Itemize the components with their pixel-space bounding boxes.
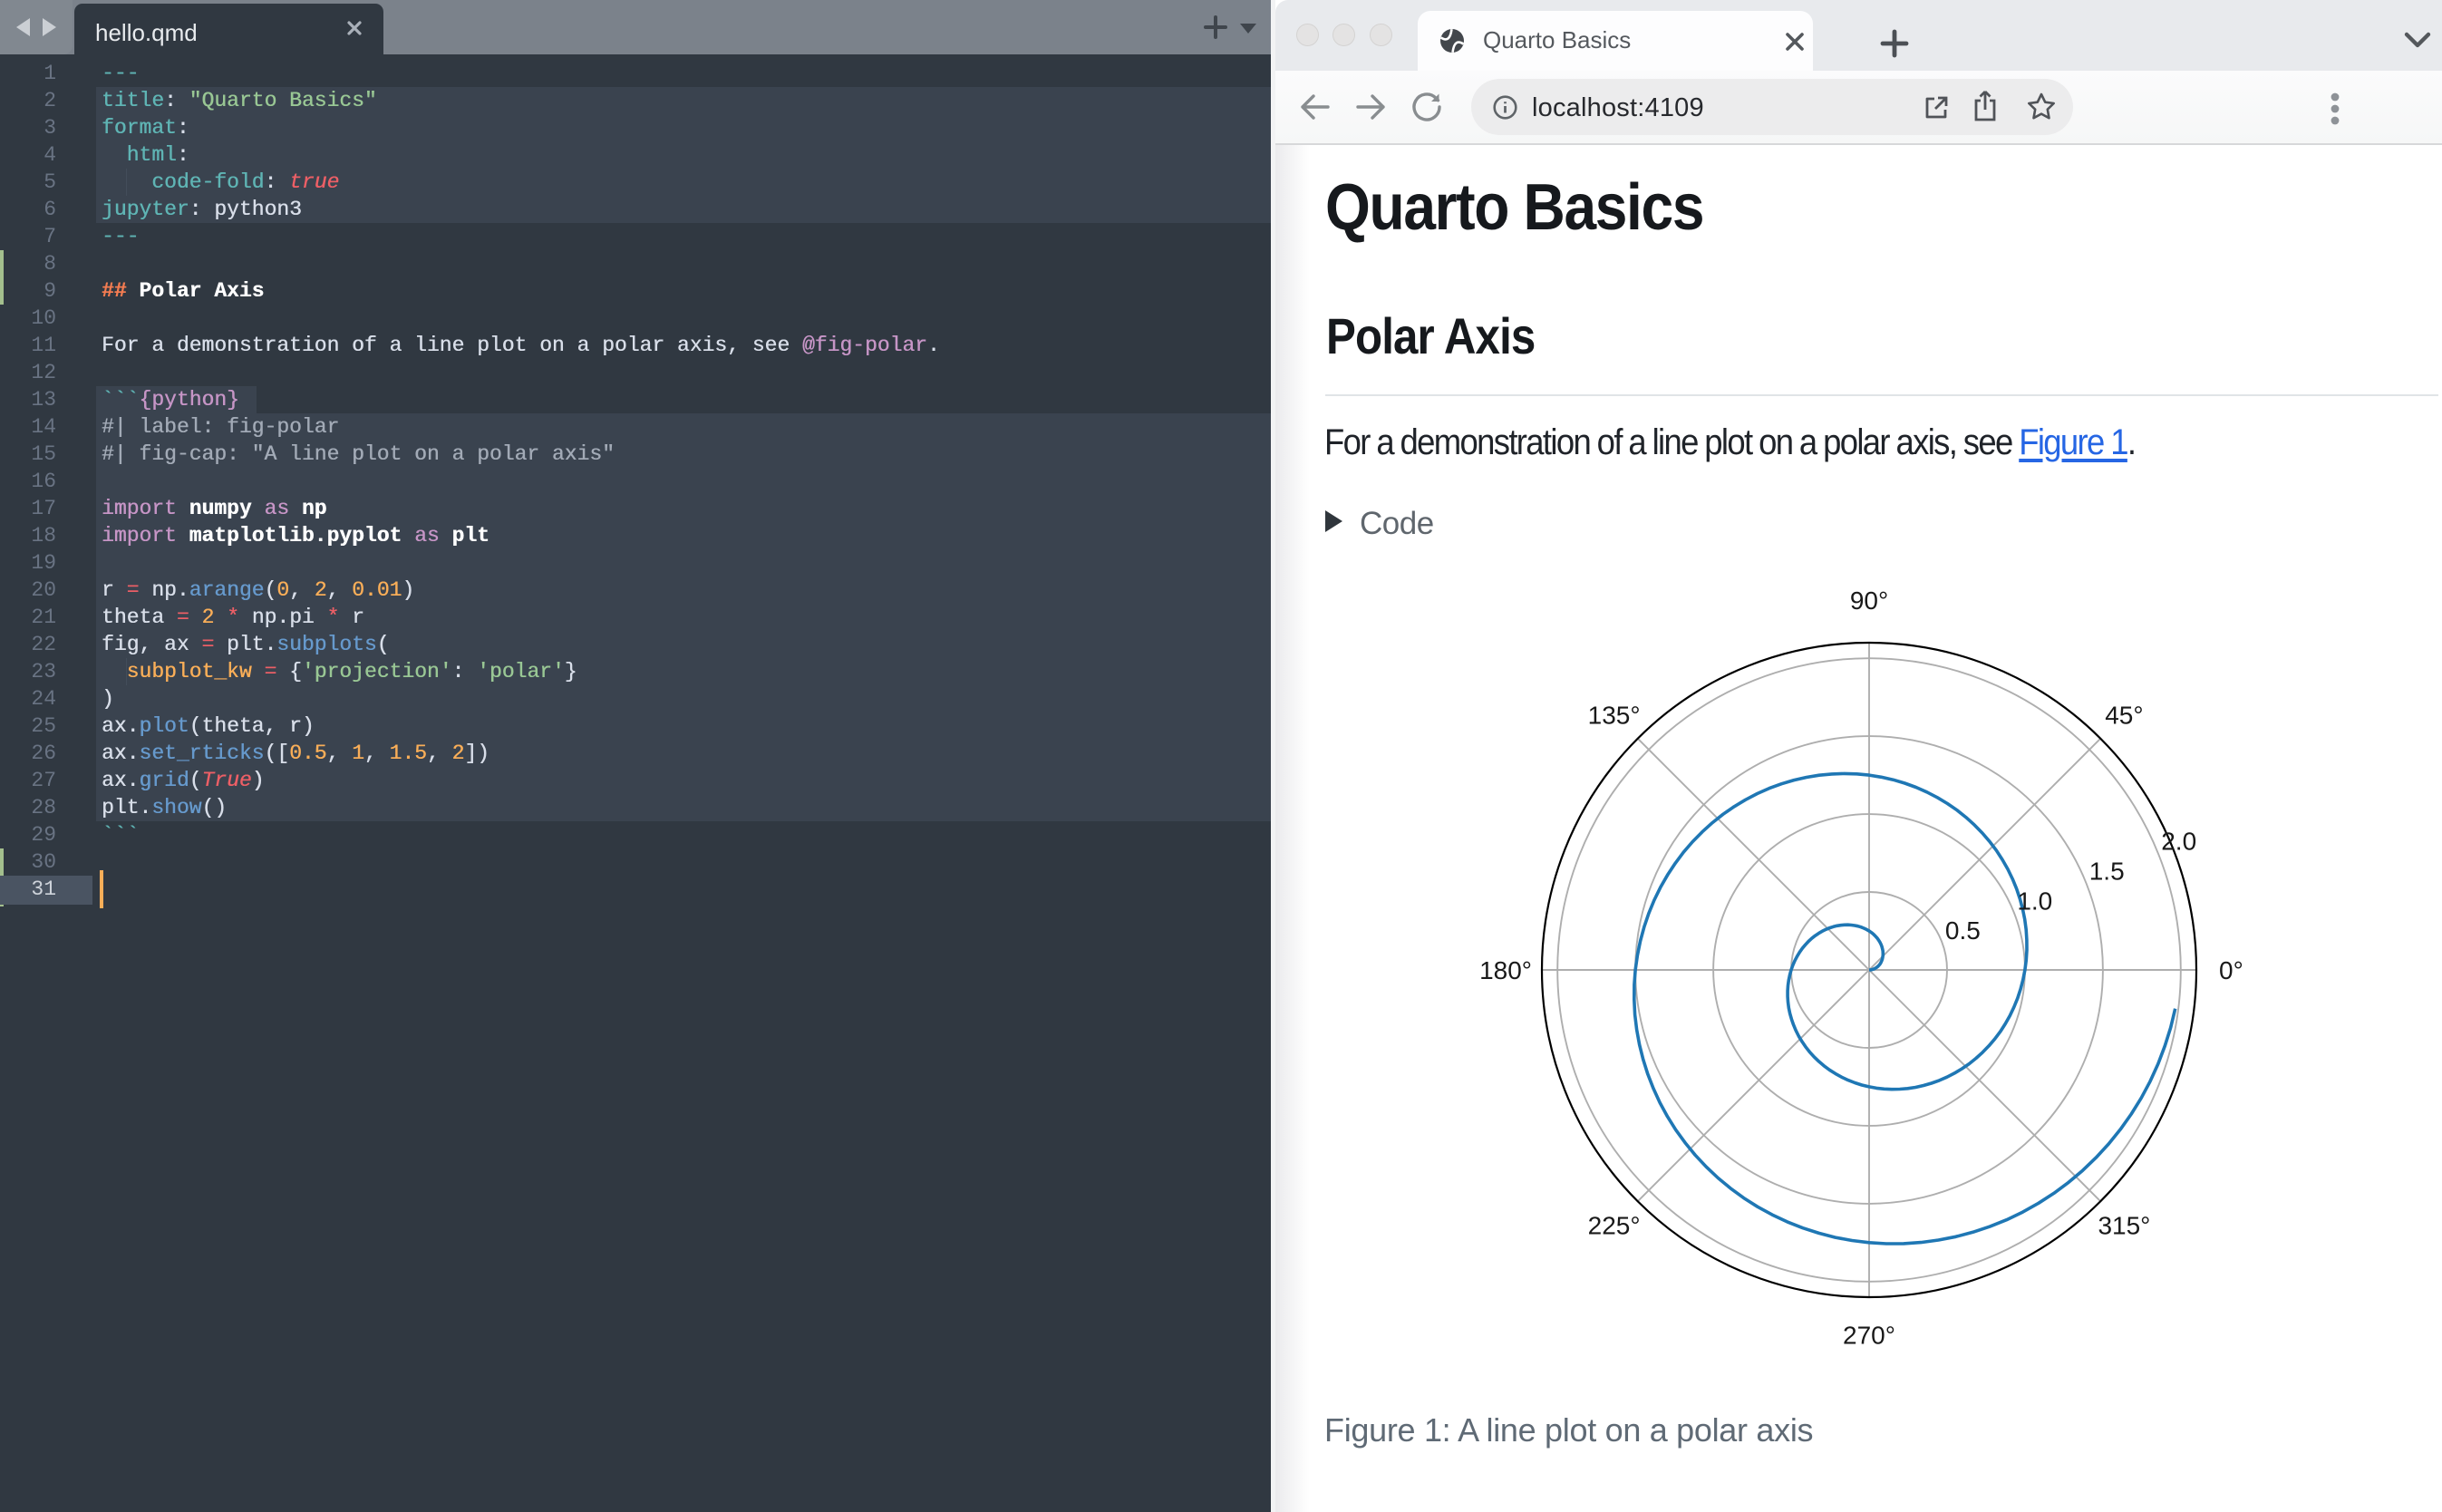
svg-text:270°: 270° — [1843, 1322, 1895, 1350]
svg-text:1.5: 1.5 — [2089, 857, 2125, 885]
svg-text:180°: 180° — [1479, 956, 1532, 984]
svg-text:0°: 0° — [2219, 956, 2243, 984]
svg-text:2.0: 2.0 — [2161, 828, 2196, 856]
svg-text:315°: 315° — [2098, 1211, 2150, 1239]
svg-text:225°: 225° — [1588, 1211, 1641, 1239]
svg-text:135°: 135° — [1588, 702, 1641, 730]
svg-text:45°: 45° — [2105, 702, 2143, 730]
svg-text:1.0: 1.0 — [2017, 887, 2052, 915]
svg-text:0.5: 0.5 — [1945, 916, 1981, 945]
svg-text:90°: 90° — [1850, 586, 1888, 615]
